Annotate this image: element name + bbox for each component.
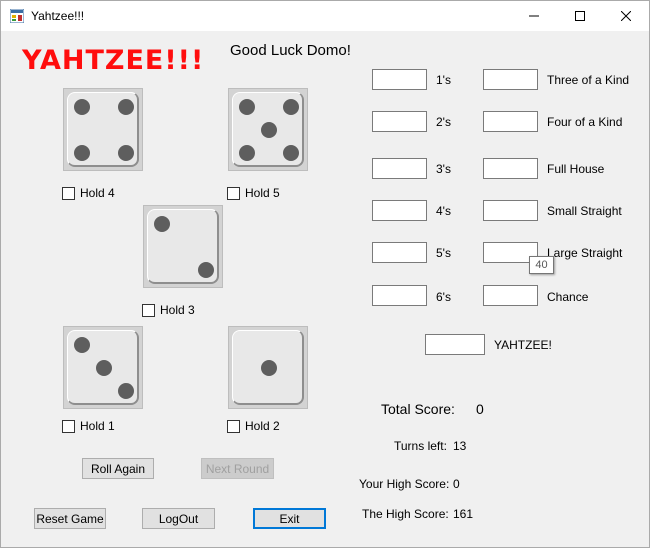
app-window: Yahtzee!!! YAHTZEE!!! Good Luck Domo! Ho… bbox=[0, 0, 650, 548]
die-face bbox=[67, 92, 139, 167]
score-fives-field[interactable] bbox=[372, 242, 427, 263]
hold-4-checkbox[interactable]: Hold 4 bbox=[62, 186, 115, 200]
score-three-of-a-kind-label: Three of a Kind bbox=[547, 73, 630, 87]
die-pip bbox=[74, 145, 90, 161]
score-sixes-label: 6's bbox=[436, 290, 451, 304]
close-icon bbox=[621, 11, 631, 21]
die-pip bbox=[239, 99, 255, 115]
high-score-value: 161 bbox=[453, 507, 474, 521]
maximize-icon bbox=[575, 11, 585, 21]
turns-left-label: Turns left: bbox=[394, 439, 447, 453]
score-threes-field[interactable] bbox=[372, 158, 427, 179]
die-pip bbox=[118, 383, 134, 399]
die-pip bbox=[283, 145, 299, 161]
score-tooltip: 40 bbox=[529, 256, 554, 274]
die-4[interactable] bbox=[63, 88, 143, 171]
total-score-value: 0 bbox=[476, 401, 484, 417]
total-score-label: Total Score: bbox=[381, 401, 455, 417]
score-small-straight-field[interactable] bbox=[483, 200, 538, 221]
score-full-house-label: Full House bbox=[547, 162, 605, 176]
hold-1-checkbox[interactable]: Hold 1 bbox=[62, 419, 115, 433]
checkbox-box[interactable] bbox=[62, 419, 75, 433]
die-pip bbox=[239, 145, 255, 161]
checkbox-box[interactable] bbox=[227, 419, 240, 433]
exit-button[interactable]: Exit bbox=[253, 508, 326, 529]
hold-2-checkbox[interactable]: Hold 2 bbox=[227, 419, 280, 433]
score-twos-label: 2's bbox=[436, 115, 451, 129]
die-5[interactable] bbox=[228, 88, 308, 171]
hold-5-checkbox[interactable]: Hold 5 bbox=[227, 186, 280, 200]
score-full-house-field[interactable] bbox=[483, 158, 538, 179]
app-icon bbox=[10, 9, 24, 23]
score-fives-label: 5's bbox=[436, 246, 451, 260]
title-bar[interactable]: Yahtzee!!! bbox=[1, 1, 649, 31]
die-pip bbox=[74, 337, 90, 353]
minimize-icon bbox=[529, 15, 539, 17]
score-ones-label: 1's bbox=[436, 73, 451, 87]
your-high-score-value: 0 bbox=[453, 477, 460, 491]
window-title: Yahtzee!!! bbox=[31, 9, 85, 23]
die-face bbox=[232, 330, 304, 405]
die-pip bbox=[283, 99, 299, 115]
minimize-button[interactable] bbox=[511, 1, 557, 31]
die-pip bbox=[96, 360, 112, 376]
score-chance-label: Chance bbox=[547, 290, 589, 304]
score-four-of-a-kind-label: Four of a Kind bbox=[547, 115, 623, 129]
hold-1-label: Hold 1 bbox=[80, 419, 115, 433]
die-1[interactable] bbox=[63, 326, 143, 409]
die-pip bbox=[154, 216, 170, 232]
die-pip bbox=[118, 145, 134, 161]
checkbox-box[interactable] bbox=[142, 303, 155, 317]
score-sixes-field[interactable] bbox=[372, 285, 427, 306]
checkbox-box[interactable] bbox=[62, 186, 75, 200]
die-face bbox=[67, 330, 139, 405]
score-fours-label: 4's bbox=[436, 204, 451, 218]
checkbox-box[interactable] bbox=[227, 186, 240, 200]
your-high-score-label: Your High Score: bbox=[359, 477, 450, 491]
next-round-button[interactable]: Next Round bbox=[201, 458, 274, 479]
die-face bbox=[232, 92, 304, 167]
die-face bbox=[147, 209, 219, 284]
score-yahtzee-field[interactable] bbox=[425, 334, 485, 355]
yahtzee-logo: YAHTZEE!!! bbox=[22, 45, 205, 76]
hold-4-label: Hold 4 bbox=[80, 186, 115, 200]
die-2[interactable] bbox=[228, 326, 308, 409]
score-four-of-a-kind-field[interactable] bbox=[483, 111, 538, 132]
score-ones-field[interactable] bbox=[372, 69, 427, 90]
hold-3-checkbox[interactable]: Hold 3 bbox=[142, 303, 195, 317]
score-fours-field[interactable] bbox=[372, 200, 427, 221]
die-pip bbox=[198, 262, 214, 278]
turns-left-value: 13 bbox=[453, 439, 467, 453]
high-score-label: The High Score: bbox=[362, 507, 449, 521]
roll-again-button[interactable]: Roll Again bbox=[82, 458, 154, 479]
score-yahtzee-label: YAHTZEE! bbox=[494, 338, 552, 352]
score-chance-field[interactable] bbox=[483, 285, 538, 306]
die-pip bbox=[74, 99, 90, 115]
score-three-of-a-kind-field[interactable] bbox=[483, 69, 538, 90]
score-small-straight-label: Small Straight bbox=[547, 204, 622, 218]
score-large-straight-label: Large Straight bbox=[547, 246, 623, 260]
die-pip bbox=[118, 99, 134, 115]
reset-game-button[interactable]: Reset Game bbox=[34, 508, 106, 529]
close-button[interactable] bbox=[603, 1, 649, 31]
hold-5-label: Hold 5 bbox=[245, 186, 280, 200]
die-pip bbox=[261, 360, 277, 376]
hold-2-label: Hold 2 bbox=[245, 419, 280, 433]
score-twos-field[interactable] bbox=[372, 111, 427, 132]
die-3[interactable] bbox=[143, 205, 223, 288]
logout-button[interactable]: LogOut bbox=[142, 508, 215, 529]
die-pip bbox=[261, 122, 277, 138]
score-threes-label: 3's bbox=[436, 162, 451, 176]
greeting-label: Good Luck Domo! bbox=[230, 42, 351, 59]
hold-3-label: Hold 3 bbox=[160, 303, 195, 317]
maximize-button[interactable] bbox=[557, 1, 603, 31]
